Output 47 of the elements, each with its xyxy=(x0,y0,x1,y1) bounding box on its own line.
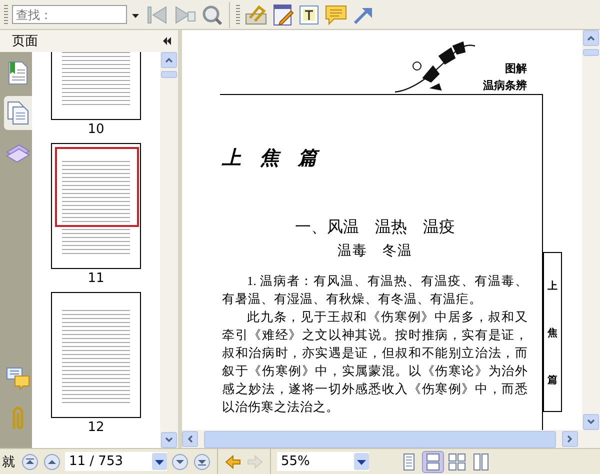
header-text: 图解 xyxy=(505,61,527,77)
comments-icon[interactable] xyxy=(5,366,31,392)
previous-page-icon[interactable] xyxy=(43,452,61,470)
pages-icon xyxy=(5,100,31,126)
page-layout-button[interactable] xyxy=(447,452,467,472)
first-page-icon[interactable] xyxy=(21,452,39,470)
page-layout-button[interactable] xyxy=(471,452,491,472)
notepad-pencil-icon[interactable] xyxy=(272,2,294,26)
side-tab-text: 上焦篇 xyxy=(548,280,558,388)
page-number-label: 12 xyxy=(88,420,104,435)
scroll-up-button[interactable] xyxy=(161,52,177,68)
next-page-icon[interactable] xyxy=(171,452,189,470)
section-heading: 一、风温 温热 温疫 xyxy=(294,218,456,238)
page-thumbnail[interactable] xyxy=(51,292,141,418)
scroll-left-button[interactable] xyxy=(182,431,198,447)
panel-tab[interactable] xyxy=(4,96,32,130)
dropdown-caret-icon[interactable] xyxy=(152,453,167,470)
body-paragraph: 1. 温病者：有风温、有温热、有温疫、有温毒、有暑温、有湿温、有秋燥、有冬温、有温疟。 xyxy=(222,273,528,308)
search-icon[interactable] xyxy=(201,4,223,26)
text-box-icon[interactable] xyxy=(298,4,320,26)
header-text: 温病条辨 xyxy=(483,78,527,94)
page-layout-icon xyxy=(472,452,490,470)
scroll-right-button[interactable] xyxy=(562,431,578,447)
body-paragraph: 此九条，见于王叔和《伤寒例》中居多，叔和又牵引《难经》之文以神其说。按时推病，实有是证，叔和治病时，亦实遇是证，但叔和不能别立治法，而叙于《伤寒例》中，实属蒙混。以《伤寒论》为治外感之妙法，遂将一切外感悉收入《伤寒例》中，而悉以治伤寒之法治之。 xyxy=(222,309,528,416)
back-arrow-icon[interactable] xyxy=(224,452,242,470)
last-page-icon[interactable] xyxy=(193,452,211,470)
page-thumbnail[interactable] xyxy=(51,143,141,269)
page-number-label: 11 xyxy=(88,271,104,286)
page-layout-icon xyxy=(424,452,442,470)
page-layout-button[interactable] xyxy=(423,452,443,472)
scrollbar-thumb[interactable] xyxy=(204,430,556,448)
page-layout-icon xyxy=(448,452,466,470)
section-subheading: 温毒 冬温 xyxy=(336,242,414,260)
scrollbar-thumb[interactable] xyxy=(583,49,599,56)
scroll-down-button[interactable] xyxy=(583,414,599,430)
scrollbar-thumb[interactable] xyxy=(161,71,177,78)
search-field[interactable]: 查找： xyxy=(12,5,127,24)
zoom-field[interactable]: 55% xyxy=(277,452,369,471)
part-heading: 上 焦 篇 xyxy=(222,145,528,171)
panel-title: 页面 xyxy=(12,33,38,50)
scroll-down-button[interactable] xyxy=(161,432,177,448)
dropdown-caret-icon[interactable] xyxy=(354,453,369,470)
page-number-field[interactable]: 11 / 753 xyxy=(65,452,167,471)
status-text: 就 xyxy=(2,454,15,470)
page-number-label: 10 xyxy=(88,122,104,137)
scroll-up-button[interactable] xyxy=(583,30,599,46)
collapse-icon[interactable] xyxy=(162,36,172,46)
